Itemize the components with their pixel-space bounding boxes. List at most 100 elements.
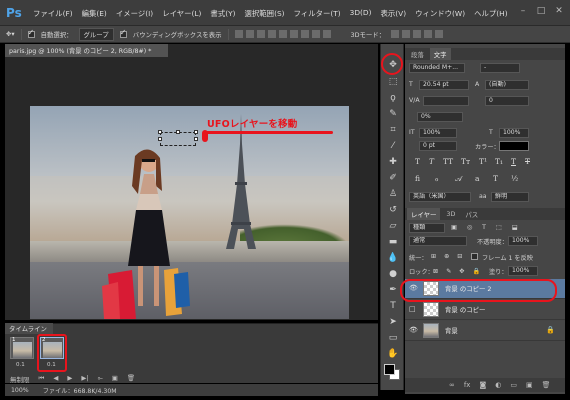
alt-glyph-icon[interactable]: ℴ <box>435 174 438 183</box>
transform-handle[interactable] <box>176 130 180 134</box>
tab-paragraph[interactable]: 段落 <box>407 48 428 60</box>
minimize-icon[interactable]: – <box>518 6 528 16</box>
quick-select-tool-icon[interactable]: ✎ <box>386 108 400 120</box>
align-left-icon[interactable] <box>267 30 276 38</box>
path-select-tool-icon[interactable]: ➤ <box>386 316 400 328</box>
tab-paths[interactable]: パス <box>461 208 482 220</box>
delete-layer-icon[interactable]: 🗑 <box>542 381 551 389</box>
tab-layers[interactable]: レイヤー <box>407 208 441 220</box>
shape-tool-icon[interactable]: ▭ <box>386 332 400 344</box>
fill-field[interactable]: 100% <box>508 266 538 276</box>
brush-tool-icon[interactable]: ✐ <box>386 172 400 184</box>
new-layer-icon[interactable]: ▣ <box>526 381 533 389</box>
close-icon[interactable]: ✕ <box>554 6 564 16</box>
underline-icon[interactable]: T <box>511 157 516 166</box>
font-family-dropdown[interactable]: Rounded M+... <box>409 63 465 73</box>
crop-tool-icon[interactable]: ⌗ <box>386 124 400 136</box>
next-frame-icon[interactable]: ▶| <box>81 374 88 384</box>
3d-orbit-icon[interactable] <box>391 30 400 38</box>
delete-frame-icon[interactable]: 🗑 <box>127 374 135 384</box>
menu-type[interactable]: 書式(Y) <box>210 8 235 20</box>
bounding-box-checkbox[interactable] <box>119 28 127 38</box>
3d-scale-icon[interactable] <box>435 30 444 38</box>
distribute-icon[interactable] <box>311 30 320 38</box>
menu-help[interactable]: ヘルプ(H) <box>474 8 508 20</box>
transform-handle[interactable] <box>158 137 162 141</box>
marquee-tool-icon[interactable]: ⬚ <box>386 76 400 88</box>
history-brush-tool-icon[interactable]: ↺ <box>386 204 400 216</box>
3d-roll-icon[interactable] <box>402 30 411 38</box>
adjustment-layer-icon[interactable]: ◐ <box>495 381 501 389</box>
blend-mode-dropdown[interactable]: 通常 <box>409 236 467 246</box>
prev-frame-icon[interactable]: ◀ <box>53 374 58 384</box>
menu-view[interactable]: 表示(V) <box>380 8 406 20</box>
foreground-color-swatch[interactable] <box>384 364 395 375</box>
add-mask-icon[interactable]: ◙ <box>479 381 486 389</box>
align-top-icon[interactable] <box>234 30 243 38</box>
subscript-icon[interactable]: T₁ <box>495 157 503 166</box>
menu-image[interactable]: イメージ(I) <box>116 8 153 20</box>
eraser-tool-icon[interactable]: ▱ <box>386 220 400 232</box>
title-alt-icon[interactable]: a <box>475 174 479 183</box>
menu-3d[interactable]: 3D(D) <box>350 8 372 20</box>
dodge-tool-icon[interactable]: ● <box>386 268 400 280</box>
tracking-field[interactable]: 0 <box>485 96 529 106</box>
menu-edit[interactable]: 編集(E) <box>82 8 107 20</box>
lasso-tool-icon[interactable]: ϙ <box>386 92 400 104</box>
transform-handle[interactable] <box>194 130 198 134</box>
transform-handle[interactable] <box>158 130 162 134</box>
unify-icons[interactable]: ⊞ ⊕ ⊟ <box>431 253 466 260</box>
ligature-icon[interactable]: fi <box>415 174 420 183</box>
new-group-icon[interactable]: ▭ <box>510 381 517 389</box>
transform-handle[interactable] <box>194 137 198 141</box>
eyedropper-tool-icon[interactable]: ⁄ <box>386 140 400 152</box>
play-icon[interactable]: ▶ <box>67 374 72 384</box>
text-color-swatch[interactable] <box>499 141 529 151</box>
menu-file[interactable]: ファイル(F) <box>33 8 73 20</box>
3d-slide-icon[interactable] <box>424 30 433 38</box>
layer-style-icon[interactable]: fx <box>464 381 471 389</box>
stamp-tool-icon[interactable]: ♙ <box>386 188 400 200</box>
timeline-tab[interactable]: タイムライン <box>5 323 53 334</box>
language-dropdown[interactable]: 英語（米国） <box>409 192 471 202</box>
lock-icons[interactable]: ⊠ ✎ ✥ 🔒 <box>433 267 483 275</box>
kerning-field[interactable] <box>423 96 469 106</box>
horizontal-scale-field[interactable]: 100% <box>499 128 529 138</box>
ordinal-icon[interactable]: T <box>493 174 498 183</box>
leading-field[interactable]: (自動) <box>485 80 529 90</box>
distribute-icon[interactable] <box>322 30 331 38</box>
tab-character[interactable]: 文字 <box>429 48 451 60</box>
auto-select-dropdown[interactable]: グループ <box>78 27 114 41</box>
auto-select-checkbox[interactable] <box>27 28 35 38</box>
tsume-field[interactable]: 0% <box>417 112 463 122</box>
maximize-icon[interactable]: □ <box>536 6 546 16</box>
faux-bold-icon[interactable]: T <box>415 157 420 166</box>
eye-icon[interactable]: □ <box>409 305 416 313</box>
swash-icon[interactable]: 𝒜 <box>455 174 462 184</box>
link-layers-icon[interactable]: ∞ <box>449 381 455 389</box>
ufo-layer-bounding-box[interactable] <box>158 130 198 146</box>
3d-pan-icon[interactable] <box>413 30 422 38</box>
frame-duration[interactable]: 0.1 <box>16 362 25 368</box>
layer-row[interactable]: 👁 背景 🔒 <box>405 321 565 341</box>
layer-filter-dropdown[interactable]: 種類 <box>409 223 445 233</box>
menu-window[interactable]: ウィンドウ(W) <box>415 8 465 20</box>
vertical-scale-field[interactable]: 100% <box>419 128 457 138</box>
first-frame-icon[interactable]: ⏮ <box>39 374 45 384</box>
align-middle-icon[interactable] <box>245 30 254 38</box>
document-tab[interactable]: paris.jpg @ 100% (背景 のコピー 2, RGB/8#) * <box>5 44 168 57</box>
blur-tool-icon[interactable]: 💧 <box>386 252 400 264</box>
healing-tool-icon[interactable]: ✚ <box>386 156 400 168</box>
timeline-frame[interactable]: 1 <box>10 337 34 359</box>
align-center-icon[interactable] <box>278 30 287 38</box>
pen-tool-icon[interactable]: ✒ <box>386 284 400 296</box>
eye-icon[interactable]: 👁 <box>409 326 418 334</box>
opacity-field[interactable]: 100% <box>508 236 538 246</box>
superscript-icon[interactable]: T¹ <box>479 157 487 166</box>
tab-3d[interactable]: 3D <box>442 208 459 220</box>
zoom-level[interactable]: 100% <box>11 387 29 394</box>
layer-filter-icons[interactable]: ▣ ◎ T ⬚ ⬓ <box>451 224 522 231</box>
faux-italic-icon[interactable]: T <box>429 157 434 166</box>
align-right-icon[interactable] <box>289 30 298 38</box>
hand-tool-icon[interactable]: ✋ <box>386 348 400 360</box>
